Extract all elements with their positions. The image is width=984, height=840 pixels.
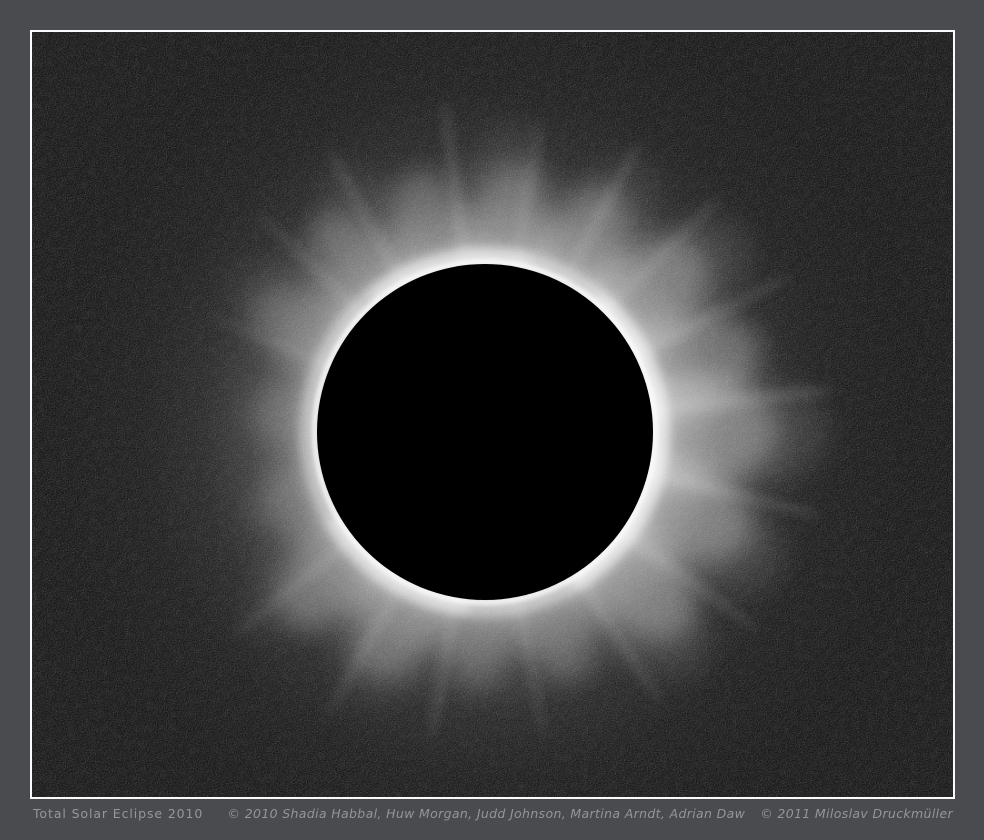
credit-photographers: © 2010 Shadia Habbal, Huw Morgan, Judd J… <box>228 806 746 821</box>
eclipse-photo <box>32 32 953 797</box>
credit-processing: © 2011 Miloslav Druckmüller <box>760 806 953 821</box>
moon-disk <box>317 264 653 600</box>
caption-bar: Total Solar Eclipse 2010 © 2010 Shadia H… <box>33 806 953 821</box>
photo-title: Total Solar Eclipse 2010 <box>33 806 203 821</box>
page: Total Solar Eclipse 2010 © 2010 Shadia H… <box>0 0 984 840</box>
eclipse-photo-frame <box>30 30 955 799</box>
photo-credits: © 2010 Shadia Habbal, Huw Morgan, Judd J… <box>228 806 953 821</box>
